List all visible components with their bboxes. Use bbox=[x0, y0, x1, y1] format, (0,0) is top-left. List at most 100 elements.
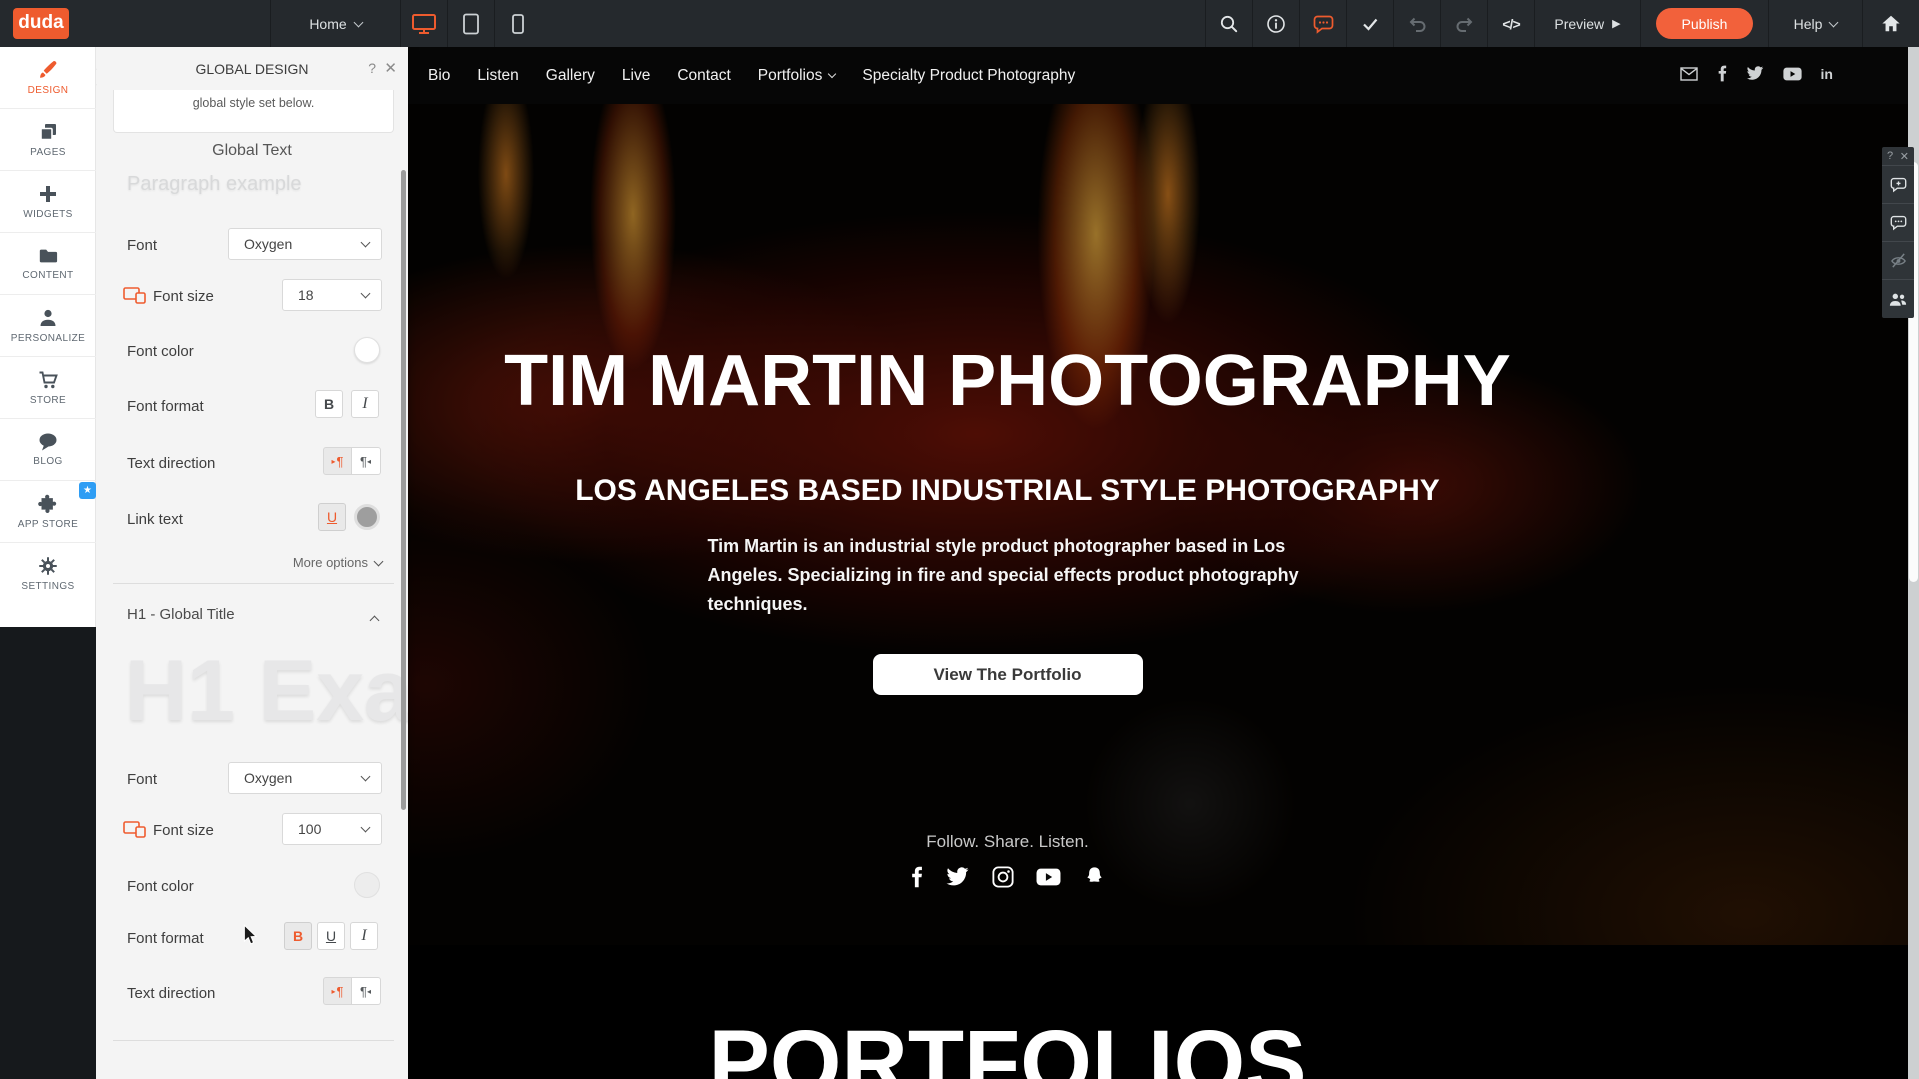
hide-comments-button[interactable] bbox=[1882, 242, 1914, 280]
global-text-heading: Global Text bbox=[96, 142, 408, 160]
hero-description[interactable]: Tim Martin is an industrial style produc… bbox=[708, 532, 1308, 619]
devices-icon bbox=[123, 287, 147, 304]
sidebar-item-label: DESIGN bbox=[28, 85, 69, 96]
link-color-swatch[interactable] bbox=[354, 504, 380, 530]
bold-button[interactable]: B bbox=[315, 390, 343, 418]
font-color-swatch[interactable] bbox=[354, 337, 380, 363]
site-nav-listen[interactable]: Listen bbox=[477, 67, 518, 85]
sidebar-item-settings[interactable]: SETTINGS bbox=[0, 543, 96, 605]
publish-area: Publish bbox=[1640, 0, 1768, 47]
sidebar-item-personalize[interactable]: PERSONALIZE bbox=[0, 295, 96, 357]
email-icon[interactable] bbox=[1680, 67, 1698, 81]
chat-bubble-dots-icon bbox=[1313, 14, 1334, 34]
puzzle-icon bbox=[38, 493, 59, 514]
site-nav-contact[interactable]: Contact bbox=[677, 67, 730, 85]
font-dropdown[interactable]: Oxygen bbox=[228, 228, 382, 260]
mobile-view-button[interactable] bbox=[494, 0, 541, 47]
site-nav-portfolios[interactable]: Portfolios bbox=[758, 67, 836, 85]
site-nav-portfolios-label: Portfolios bbox=[758, 67, 823, 85]
chevron-down-icon bbox=[361, 238, 371, 248]
youtube-icon[interactable] bbox=[1036, 868, 1061, 886]
panel-help-icon[interactable]: ? bbox=[368, 60, 376, 76]
duda-logo[interactable]: duda bbox=[13, 8, 69, 39]
dashboard-home-button[interactable] bbox=[1862, 0, 1919, 47]
panel-header: GLOBAL DESIGN ? ✕ bbox=[96, 47, 408, 90]
site-nav-specialty[interactable]: Specialty Product Photography bbox=[862, 67, 1075, 85]
h1-font-size-dropdown[interactable]: 100 bbox=[282, 813, 382, 845]
h1-font-dropdown[interactable]: Oxygen bbox=[228, 762, 382, 794]
sidebar-item-pages[interactable]: PAGES bbox=[0, 109, 96, 171]
h1-underline-button[interactable]: U bbox=[317, 922, 345, 950]
pilcrow-icon: ¶ bbox=[337, 454, 344, 469]
panel-close-icon[interactable]: ✕ bbox=[384, 59, 397, 77]
linkedin-icon[interactable]: in bbox=[1821, 66, 1833, 82]
font-value: Oxygen bbox=[244, 236, 292, 252]
help-menu[interactable]: Help bbox=[1768, 0, 1862, 47]
floating-toolbar: ? ✕ bbox=[1882, 147, 1914, 318]
site-nav-bio[interactable]: Bio bbox=[428, 67, 450, 85]
h1-rtl-direction-button[interactable]: ¶ ◂ bbox=[352, 977, 381, 1005]
sidebar-item-store[interactable]: STORE bbox=[0, 357, 96, 419]
sidebar-item-label: PAGES bbox=[30, 147, 66, 158]
preview-button[interactable]: Preview ▶ bbox=[1534, 0, 1640, 47]
font-label: Font bbox=[127, 237, 157, 254]
undo-button[interactable] bbox=[1393, 0, 1440, 47]
view-portfolio-button[interactable]: View The Portfolio bbox=[873, 654, 1143, 695]
snapchat-icon[interactable] bbox=[1083, 866, 1106, 888]
collapse-chevron-icon[interactable] bbox=[370, 616, 380, 626]
undo-icon bbox=[1407, 14, 1428, 34]
font-size-label: Font size bbox=[153, 288, 214, 305]
more-options-link[interactable]: More options bbox=[293, 555, 382, 570]
info-button[interactable] bbox=[1252, 0, 1299, 47]
toolbar-help-icon[interactable]: ? bbox=[1887, 150, 1893, 162]
redo-button[interactable] bbox=[1440, 0, 1487, 47]
site-nav-live[interactable]: Live bbox=[622, 67, 650, 85]
sidebar-item-design[interactable]: DESIGN bbox=[0, 47, 96, 109]
rtl-direction-button[interactable]: ¶ ◂ bbox=[352, 447, 381, 475]
link-underline-button[interactable]: U bbox=[318, 503, 346, 531]
sidebar-item-widgets[interactable]: WIDGETS bbox=[0, 171, 96, 233]
search-button[interactable] bbox=[1205, 0, 1252, 47]
publish-button[interactable]: Publish bbox=[1656, 8, 1754, 39]
assistant-chat-button[interactable] bbox=[1299, 0, 1346, 47]
ltr-direction-button[interactable]: ▸ ¶ bbox=[323, 447, 352, 475]
add-comment-button[interactable] bbox=[1882, 166, 1914, 204]
panel-scrollbar-thumb[interactable] bbox=[401, 170, 406, 810]
comments-button[interactable] bbox=[1882, 204, 1914, 242]
pilcrow-icon: ¶ bbox=[337, 984, 344, 999]
toolbar-close-icon[interactable]: ✕ bbox=[1900, 150, 1909, 163]
font-color-label: Font color bbox=[127, 343, 194, 360]
sidebar-item-app-store[interactable]: ★ APP STORE bbox=[0, 481, 96, 543]
help-label: Help bbox=[1794, 16, 1823, 32]
h1-font-color-swatch[interactable] bbox=[354, 872, 380, 898]
site-nav-gallery[interactable]: Gallery bbox=[546, 67, 595, 85]
check-icon bbox=[1360, 14, 1380, 34]
facebook-icon[interactable] bbox=[910, 866, 923, 888]
sidebar-item-content[interactable]: CONTENT bbox=[0, 233, 96, 295]
h1-text-direction-label: Text direction bbox=[127, 985, 215, 1002]
youtube-icon[interactable] bbox=[1783, 67, 1802, 81]
italic-button[interactable]: I bbox=[351, 390, 379, 418]
dev-mode-button[interactable]: </> bbox=[1487, 0, 1534, 47]
h1-italic-button[interactable]: I bbox=[350, 922, 378, 950]
h1-bold-button[interactable]: B bbox=[284, 922, 312, 950]
collaborators-button[interactable] bbox=[1882, 280, 1914, 318]
eye-slash-icon bbox=[1890, 252, 1907, 269]
page-selector[interactable]: Home bbox=[270, 0, 400, 47]
font-size-dropdown[interactable]: 18 bbox=[282, 279, 382, 311]
sidebar-item-label: PERSONALIZE bbox=[11, 333, 85, 344]
facebook-icon[interactable] bbox=[1717, 65, 1727, 82]
editor-topbar: duda Home bbox=[0, 0, 1919, 47]
twitter-icon[interactable] bbox=[945, 867, 970, 887]
tablet-view-button[interactable] bbox=[447, 0, 494, 47]
twitter-icon[interactable] bbox=[1746, 66, 1764, 81]
tablet-icon bbox=[462, 13, 480, 35]
instagram-icon[interactable] bbox=[992, 866, 1014, 888]
mouse-cursor bbox=[243, 924, 258, 946]
sidebar-item-blog[interactable]: BLOG bbox=[0, 419, 96, 481]
h1-ltr-direction-button[interactable]: ▸ ¶ bbox=[323, 977, 352, 1005]
sidebar-item-label: WIDGETS bbox=[23, 209, 72, 220]
save-check-button[interactable] bbox=[1346, 0, 1393, 47]
desktop-view-button[interactable] bbox=[400, 0, 447, 47]
link-text-label: Link text bbox=[127, 511, 183, 528]
